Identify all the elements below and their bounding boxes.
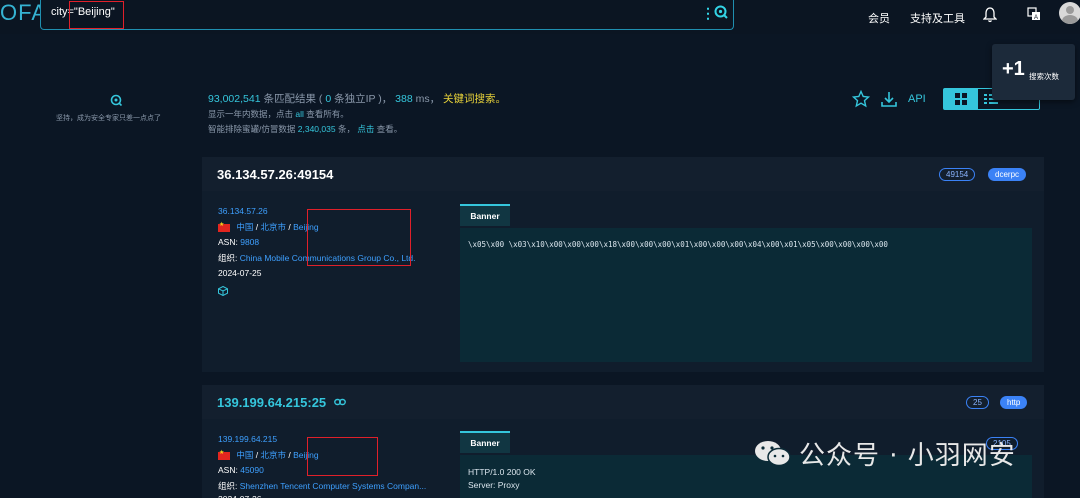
bell-icon[interactable] — [983, 7, 997, 23]
port-tag[interactable]: 49154 — [939, 168, 976, 181]
watermark: 公众号 · 小羽网安 — [753, 438, 1016, 471]
highlight-box — [307, 209, 411, 266]
asn: ASN: 9808 — [218, 237, 260, 247]
search-box[interactable]: city="Beijing" ⋮ — [40, 0, 734, 30]
result-summary: 93,002,541 条匹配结果 ( 0 条独立IP )， 388 ms， 关键… — [208, 93, 507, 105]
top-bar: OFA city="Beijing" ⋮ 会员 支持及工具 A — [0, 0, 1080, 34]
port-tag[interactable]: 25 — [966, 396, 989, 409]
more-options-icon[interactable]: ⋮ — [701, 5, 715, 22]
star-icon[interactable] — [852, 90, 870, 108]
cube-icon[interactable] — [218, 286, 228, 296]
wechat-icon — [755, 441, 791, 467]
protocol-tag[interactable]: http — [1000, 396, 1028, 409]
nav-support-tools[interactable]: 支持及工具 — [910, 10, 965, 26]
result-card-header: 36.134.57.26:49154 49154 dcerpc — [202, 157, 1044, 191]
avatar[interactable] — [1059, 2, 1080, 24]
result-ip: 139.199.64.215 — [218, 434, 278, 444]
highlight-box — [307, 437, 378, 476]
honeypot-view-link[interactable]: 点击 — [357, 124, 374, 134]
grid-view-button[interactable] — [944, 89, 978, 109]
at-search-icon — [110, 94, 122, 106]
search-count-widget: +1 搜索次数 — [992, 44, 1075, 100]
svg-text:A: A — [1034, 15, 1038, 21]
date: 2024-07-25 — [218, 268, 262, 278]
highlight-box — [69, 1, 124, 29]
result-host[interactable]: 36.134.57.26:49154 — [217, 167, 333, 182]
protocol-tag[interactable]: dcerpc — [988, 168, 1027, 181]
one-year-note: 显示一年内数据，点击 all 查看所有。 — [208, 109, 349, 119]
banner-tab[interactable]: Banner — [460, 204, 510, 226]
view-all-link[interactable]: all — [295, 109, 304, 119]
organization: 组织: Shenzhen Tencent Computer Systems Co… — [218, 481, 427, 491]
result-host[interactable]: 139.199.64.215:25 — [217, 395, 326, 410]
china-flag-icon — [218, 449, 230, 460]
location: 中国 / 北京市 / Beijing — [218, 221, 319, 233]
grid-icon — [955, 93, 967, 105]
date: 2024-07-26 — [218, 494, 261, 498]
banner-tab[interactable]: Banner — [460, 431, 510, 453]
query-time: 388 — [395, 93, 413, 105]
keyword-search-link[interactable]: 关键词搜索。 — [443, 93, 506, 105]
unique-ip-count: 0 — [325, 93, 332, 105]
result-card-header: 139.199.64.215:25 25 http — [202, 385, 1044, 419]
asn: ASN: 45090 — [218, 465, 264, 475]
link-icon[interactable] — [334, 398, 346, 406]
honeypot-note: 智能排除蜜罐/仿冒数据 2,340,035 条， 点击 查看。 — [208, 124, 403, 134]
result-count: 93,002,541 — [208, 93, 261, 105]
download-icon[interactable] — [880, 90, 898, 108]
china-flag-icon — [218, 221, 230, 232]
banner-content: \x05\x00 \x03\x10\x00\x00\x00\x18\x00\x0… — [460, 228, 1032, 362]
honeypot-count: 2,340,035 — [297, 124, 336, 134]
location: 中国 / 北京市 / Beijing — [218, 449, 319, 461]
result-ip: 36.134.57.26 — [218, 206, 268, 216]
translate-icon[interactable]: A — [1027, 7, 1041, 21]
sidebar-tip: 坚持，成为安全专家只差一点点了 — [56, 115, 161, 122]
nav-membership[interactable]: 会员 — [868, 10, 890, 26]
api-button[interactable]: API — [908, 93, 926, 105]
search-icon[interactable] — [714, 5, 728, 19]
